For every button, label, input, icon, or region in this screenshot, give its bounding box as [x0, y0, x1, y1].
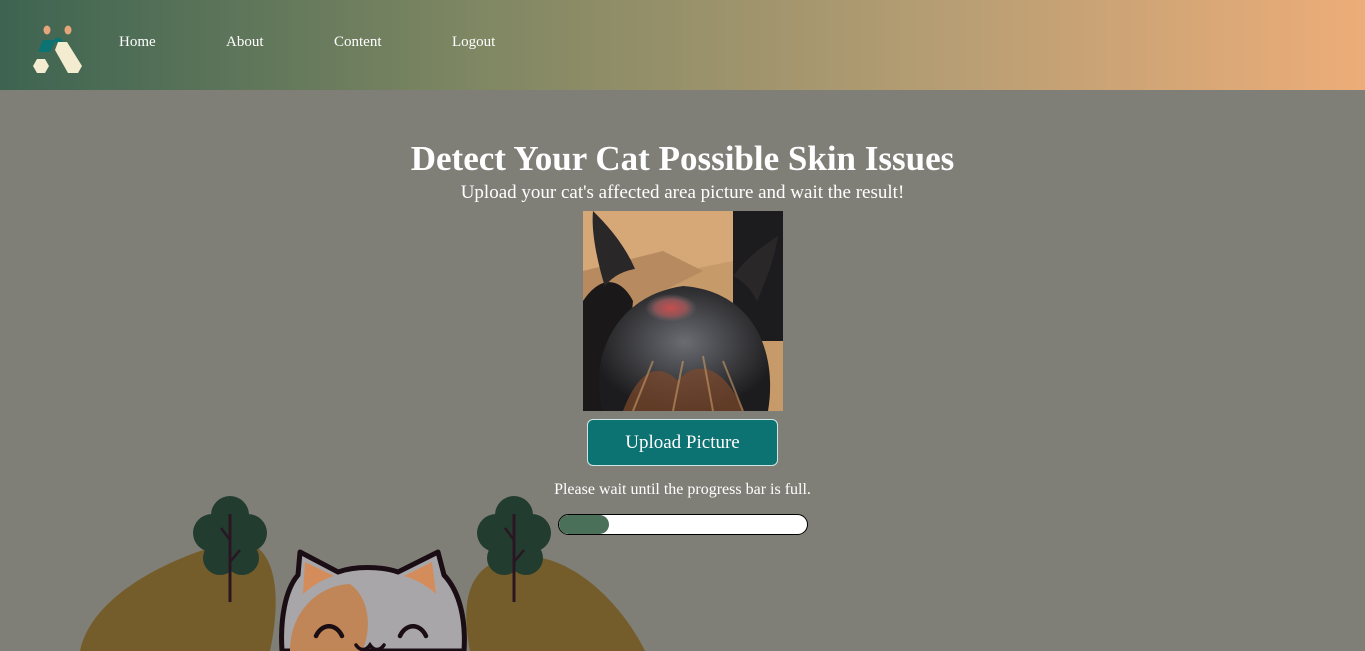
progress-bar [558, 514, 808, 535]
uploaded-cat-photo [583, 211, 783, 411]
top-nav-bar: Home About Content Logout [0, 0, 1365, 90]
nav-logout-link[interactable]: Logout [452, 34, 495, 51]
cartoon-cat-icon [279, 549, 467, 651]
page-subtitle: Upload your cat's affected area picture … [460, 182, 905, 203]
nav-home-link[interactable]: Home [119, 34, 156, 51]
nav-about-link[interactable]: About [226, 34, 264, 51]
cat-tree-illustration [80, 496, 645, 651]
progress-instruction: Please wait until the progress bar is fu… [554, 481, 811, 498]
progress-bar-fill [559, 515, 609, 534]
upload-picture-button[interactable]: Upload Picture [587, 419, 778, 466]
page-title: Detect Your Cat Possible Skin Issues [410, 139, 955, 178]
cat-logo-icon[interactable] [28, 22, 86, 76]
nav-content-link[interactable]: Content [334, 34, 382, 51]
